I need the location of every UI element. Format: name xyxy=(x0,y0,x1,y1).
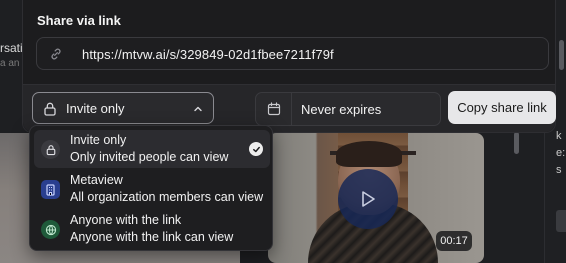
access-option-title: Invite only xyxy=(70,133,127,147)
access-option-anyone[interactable]: Anyone with the link Anyone with the lin… xyxy=(34,210,270,248)
share-url-text[interactable]: https://mtvw.ai/s/329849-02d1fbee7211f79… xyxy=(82,47,334,62)
play-icon xyxy=(362,191,375,207)
access-level-value: Invite only xyxy=(66,101,125,116)
background-scrollbar-secondary[interactable] xyxy=(514,132,519,154)
play-button[interactable] xyxy=(338,169,398,229)
checkmark-icon xyxy=(249,142,263,156)
video-duration-badge: 00:17 xyxy=(436,231,472,251)
access-option-metaview[interactable]: Metaview All organization members can vi… xyxy=(34,170,270,208)
copy-share-link-button[interactable]: Copy share link xyxy=(448,91,556,124)
video-person-hair xyxy=(336,141,402,167)
calendar-icon-cell xyxy=(256,93,292,125)
share-link-panel: Share via link https://mtvw.ai/s/329849-… xyxy=(22,0,556,133)
video-thumbnail[interactable]: 00:17 xyxy=(268,133,484,263)
access-option-description: All organization members can view xyxy=(70,190,264,204)
access-level-select[interactable]: Invite only xyxy=(32,92,214,124)
access-option-description: Anyone with the link can view xyxy=(70,230,234,244)
access-option-description: Only invited people can view xyxy=(70,150,229,164)
share-url-field[interactable]: https://mtvw.ai/s/329849-02d1fbee7211f79… xyxy=(36,37,549,70)
background-scrollbar[interactable] xyxy=(559,40,564,70)
access-option-invite-only[interactable]: Invite only Only invited people can view xyxy=(34,130,270,168)
access-option-title: Metaview xyxy=(70,173,123,187)
expiry-select[interactable]: Never expires xyxy=(255,92,441,126)
background-right-text: k e: s xyxy=(556,130,566,176)
background-right-input xyxy=(556,210,566,232)
expiry-value: Never expires xyxy=(301,102,382,117)
lock-icon xyxy=(41,140,60,159)
share-panel-title: Share via link xyxy=(37,13,121,28)
access-level-menu: Invite only Only invited people can view… xyxy=(29,125,273,251)
link-icon xyxy=(51,48,61,60)
access-option-title: Anyone with the link xyxy=(70,213,182,227)
globe-icon xyxy=(41,220,60,239)
calendar-icon xyxy=(267,102,280,116)
building-icon xyxy=(41,180,60,199)
lock-icon xyxy=(44,102,56,116)
chevron-up-icon xyxy=(194,106,202,112)
